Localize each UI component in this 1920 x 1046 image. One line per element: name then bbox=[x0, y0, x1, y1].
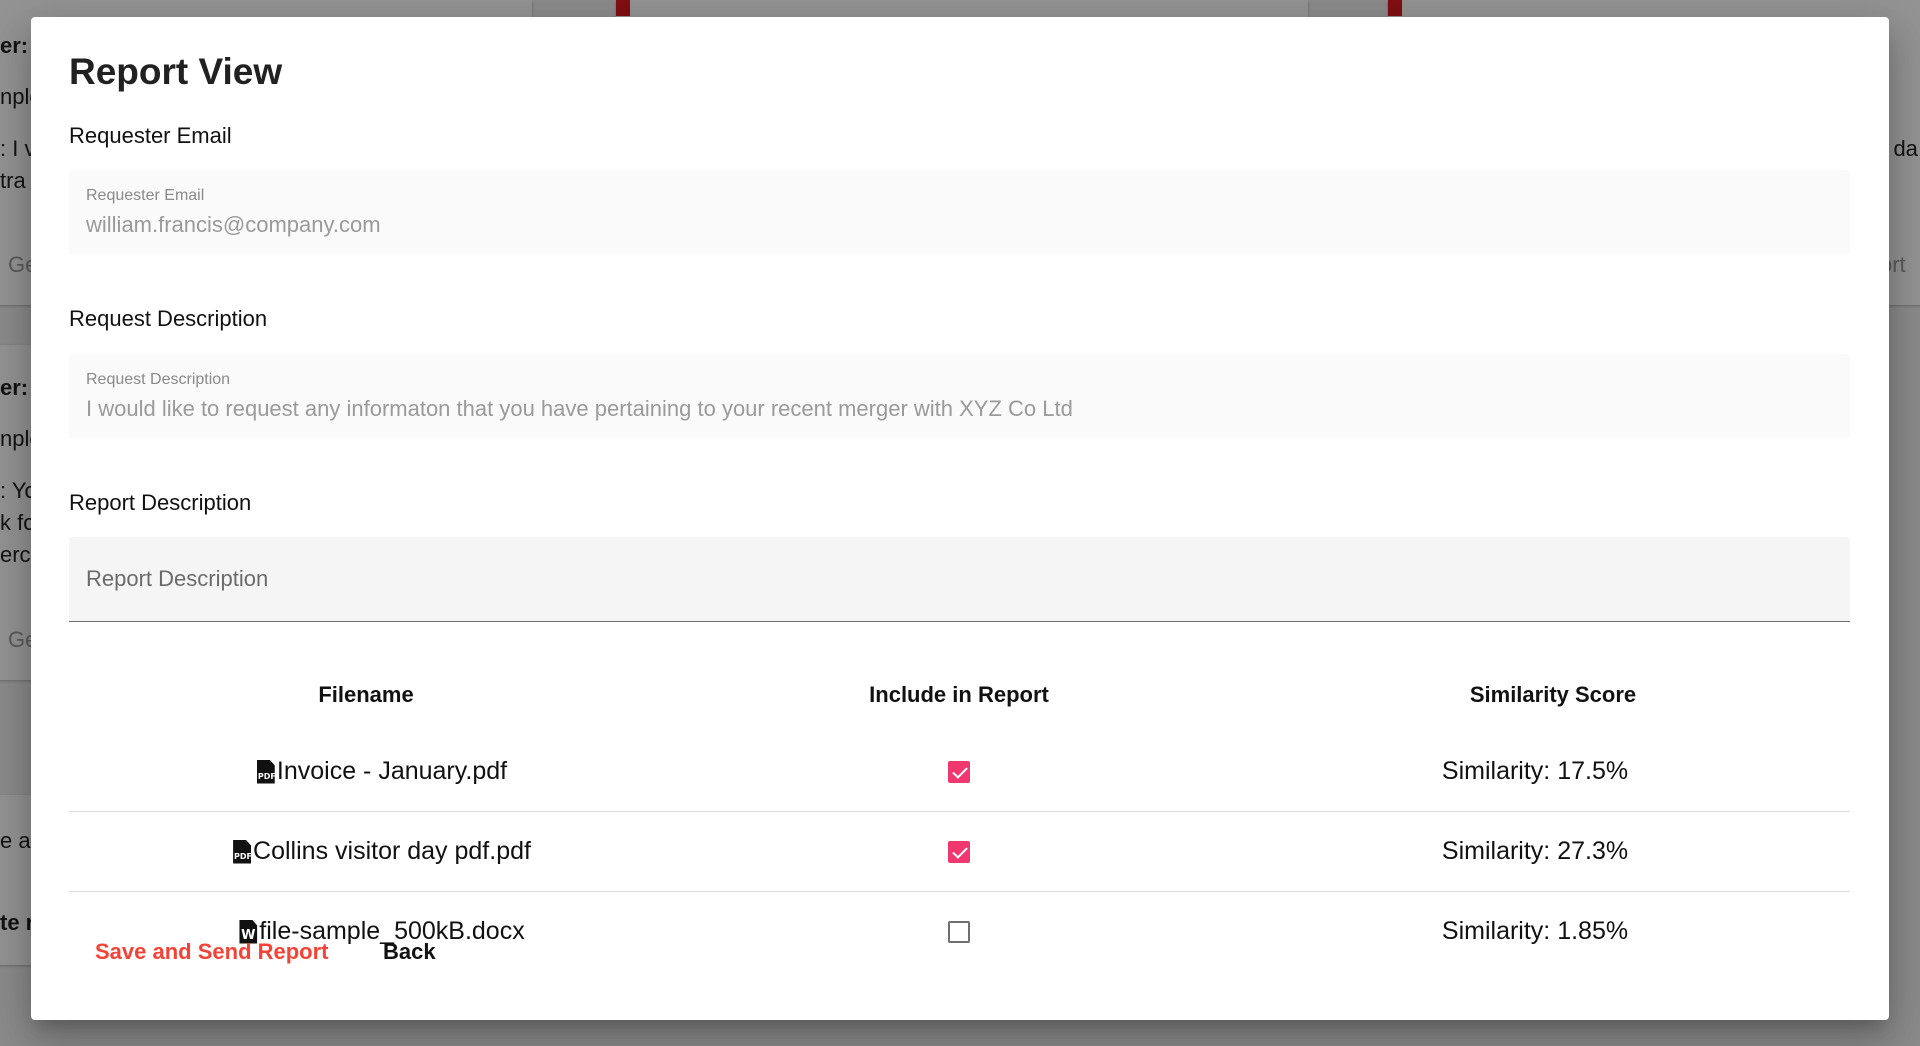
include-cell bbox=[948, 812, 970, 891]
table-row: PDF Collins visitor day pdf.pdf Similari… bbox=[69, 812, 1850, 892]
report-description-placeholder: Report Description bbox=[86, 566, 269, 591]
files-table: Filename Include in Report Similarity Sc… bbox=[69, 662, 1850, 971]
include-column-header: Include in Report bbox=[869, 682, 1049, 707]
include-checkbox[interactable] bbox=[948, 840, 970, 863]
request-description-label: Request Description bbox=[86, 371, 231, 388]
save-and-send-button[interactable]: Save and Send Report bbox=[95, 939, 329, 965]
table-row: PDF Invoice - January.pdf Similarity: 17… bbox=[69, 732, 1850, 812]
similarity-score: Similarity: 1.85% bbox=[1441, 917, 1629, 945]
filename-cell: PDF Collins visitor day pdf.pdf bbox=[233, 812, 531, 891]
report-description-input[interactable]: Report Description bbox=[69, 537, 1850, 622]
dialog-title: Report View bbox=[69, 51, 283, 92]
request-description-value: I would like to request any informaton t… bbox=[86, 396, 1073, 421]
back-button[interactable]: Back bbox=[383, 939, 436, 965]
include-checkbox[interactable] bbox=[948, 760, 970, 783]
filename-text: Invoice - January.pdf bbox=[276, 757, 508, 785]
include-cell bbox=[948, 732, 970, 811]
table-row: W file-sample_500kB.docx Similarity: 1.8… bbox=[69, 892, 1850, 971]
include-cell bbox=[948, 892, 970, 971]
similarity-score: Similarity: 27.3% bbox=[1441, 837, 1629, 865]
pdf-file-icon: PDF bbox=[233, 839, 252, 864]
filename-cell: PDF Invoice - January.pdf bbox=[256, 732, 508, 811]
requester-email-label: Requester Email bbox=[86, 187, 205, 204]
requester-email-heading: Requester Email bbox=[69, 123, 232, 148]
requester-email-value: william.francis@company.com bbox=[86, 212, 381, 237]
request-description-field: Request Description I would like to requ… bbox=[69, 354, 1850, 438]
include-checkbox[interactable] bbox=[948, 920, 970, 943]
filename-column-header: Filename bbox=[318, 682, 414, 707]
table-header: Filename Include in Report Similarity Sc… bbox=[69, 662, 1850, 732]
report-description-heading: Report Description bbox=[69, 490, 252, 515]
requester-email-field: Requester Email william.francis@company.… bbox=[69, 170, 1850, 254]
filename-text: Collins visitor day pdf.pdf bbox=[253, 837, 531, 865]
report-view-dialog: Report View Requester Email Requester Em… bbox=[31, 17, 1889, 1020]
similarity-score: Similarity: 17.5% bbox=[1441, 757, 1629, 785]
request-description-heading: Request Description bbox=[69, 306, 268, 331]
score-column-header: Similarity Score bbox=[1469, 682, 1637, 707]
pdf-file-icon: PDF bbox=[256, 759, 275, 784]
